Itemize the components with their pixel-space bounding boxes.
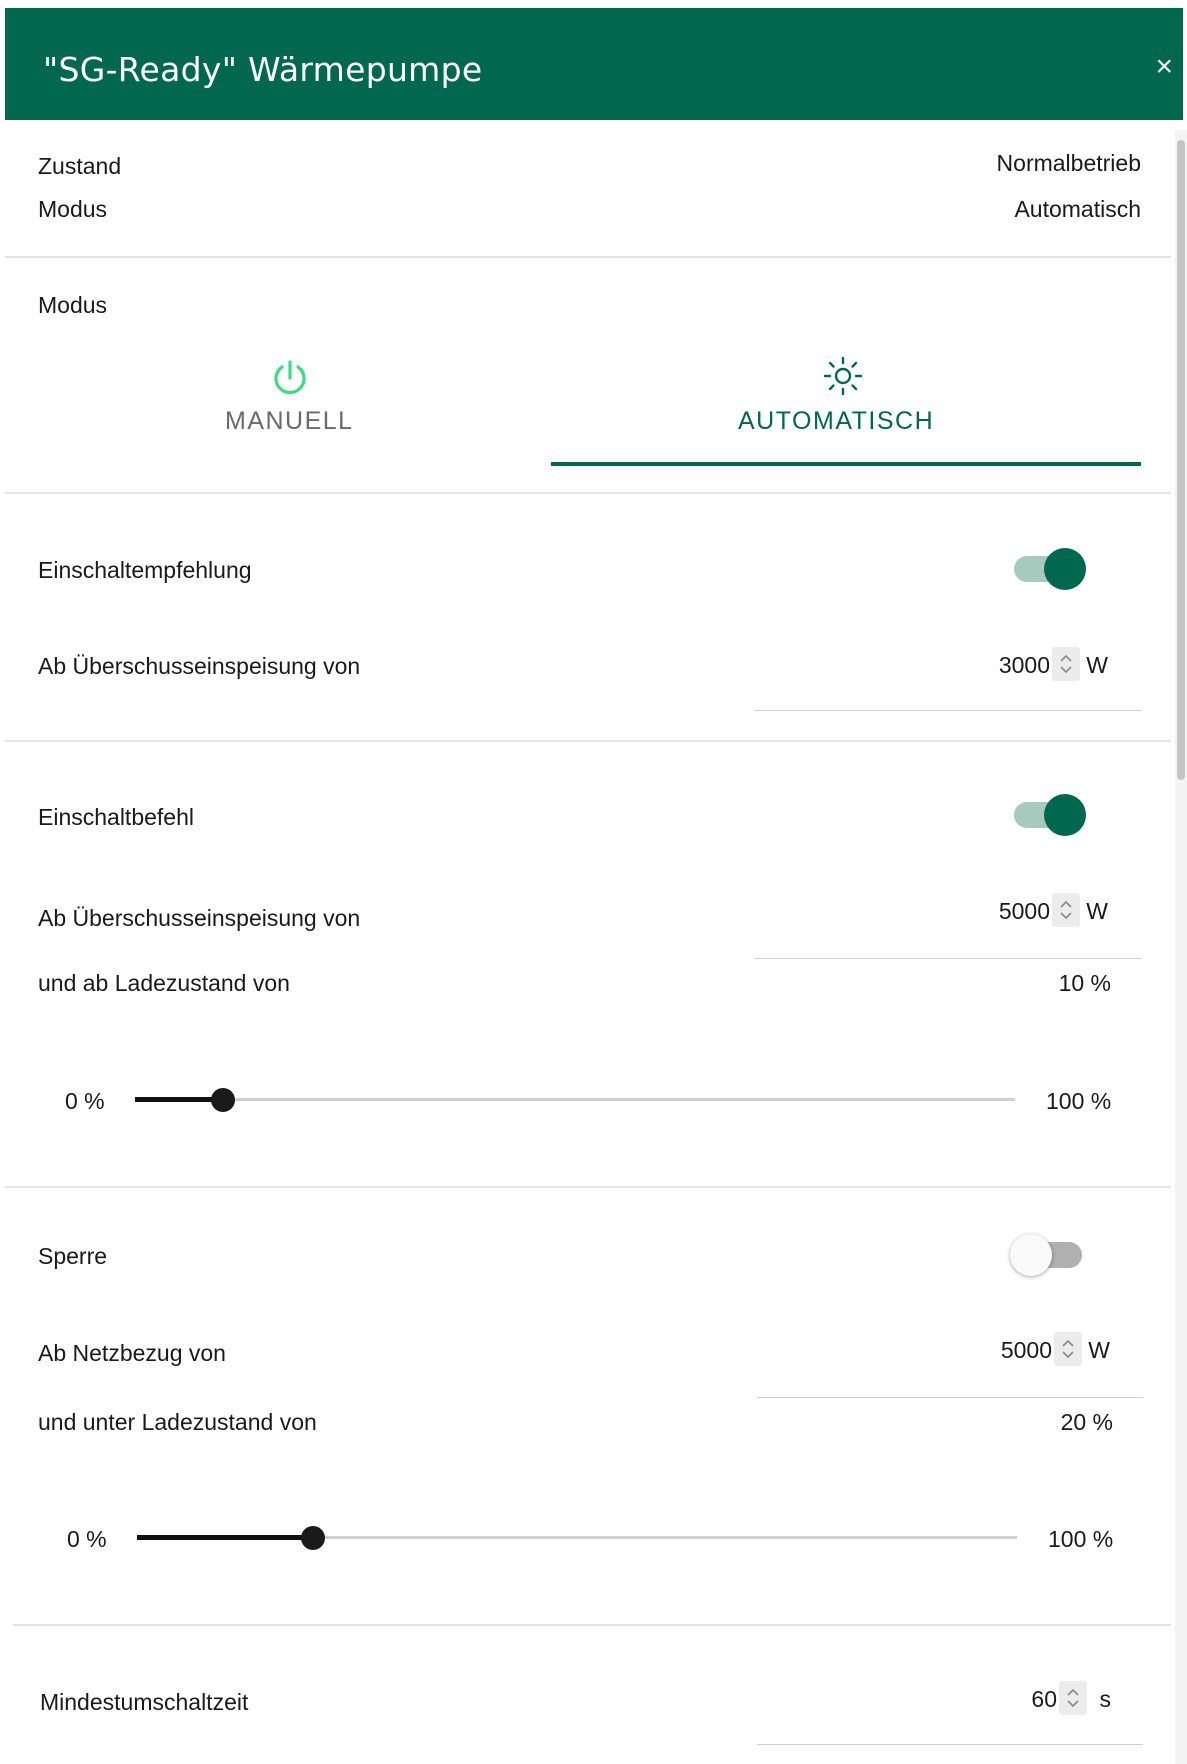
sperre-soc-slider[interactable]	[137, 1523, 1017, 1553]
einschaltempfehlung-threshold-unit: W	[1086, 652, 1108, 678]
slider-rail	[135, 1098, 1015, 1101]
mindestumschaltzeit-input[interactable]: 60 s	[900, 1679, 1115, 1719]
scrollbar-thumb[interactable]	[1177, 140, 1185, 780]
einschaltbefehl-threshold-input[interactable]: 5000 W	[760, 891, 1112, 931]
dialog-header: "SG-Ready" Wärmepumpe ×	[5, 8, 1183, 120]
einschaltbefehl-threshold-unit: W	[1086, 898, 1108, 924]
tab-automatisch-label: AUTOMATISCH	[738, 407, 935, 435]
divider	[5, 740, 1171, 742]
slider-thumb[interactable]	[211, 1088, 235, 1112]
slider-thumb[interactable]	[301, 1526, 325, 1550]
modus-value: Automatisch	[1014, 196, 1141, 222]
power-icon	[274, 360, 306, 395]
sperre-toggle[interactable]	[1010, 1232, 1090, 1278]
spinner-icon[interactable]	[1052, 893, 1080, 927]
sperre-threshold-value: 5000	[1000, 1337, 1052, 1363]
slider-min-label: 0 %	[67, 1526, 107, 1552]
sperre-threshold-input[interactable]: 5000 W	[762, 1330, 1114, 1370]
tab-automatisch[interactable]: AUTOMATISCH	[551, 340, 1141, 467]
spinner-icon[interactable]	[1052, 647, 1080, 681]
einschaltempfehlung-threshold-label: Ab Überschusseinspeisung von	[38, 653, 361, 679]
mindestumschaltzeit-unit: s	[1099, 1686, 1112, 1712]
einschaltempfehlung-label: Einschaltempfehlung	[38, 557, 252, 583]
zustand-label: Zustand	[38, 153, 122, 179]
spinner-icon[interactable]	[1059, 1681, 1087, 1715]
sperre-threshold-label: Ab Netzbezug von	[38, 1340, 226, 1366]
active-tab-indicator	[551, 462, 1141, 466]
mindestumschaltzeit-label: Mindestumschaltzeit	[40, 1689, 249, 1715]
tab-manuell-label: MANUELL	[225, 407, 354, 435]
einschaltbefehl-soc-label: und ab Ladezustand von	[38, 970, 290, 996]
zustand-value: Normalbetrieb	[996, 150, 1141, 176]
einschaltbefehl-soc-value: 10 %	[1058, 970, 1111, 996]
spinner-icon[interactable]	[1054, 1332, 1082, 1366]
sperre-soc-value: 20 %	[1060, 1409, 1113, 1435]
sun-icon	[823, 356, 863, 396]
einschaltbefehl-label: Einschaltbefehl	[38, 804, 194, 830]
divider	[5, 1186, 1171, 1188]
mode-selector-label: Modus	[38, 292, 108, 318]
einschaltbefehl-toggle[interactable]	[1006, 792, 1086, 838]
toggle-knob	[1044, 548, 1086, 590]
modus-label: Modus	[38, 196, 108, 222]
slider-max-label: 100 %	[1046, 1088, 1112, 1114]
tab-manuell[interactable]: MANUELL	[5, 340, 550, 465]
einschaltempfehlung-toggle[interactable]	[1006, 546, 1086, 592]
slider-fill	[135, 1097, 223, 1102]
toggle-knob	[1010, 1234, 1052, 1276]
sperre-threshold-unit: W	[1088, 1337, 1110, 1363]
einschaltbefehl-threshold-label: Ab Überschusseinspeisung von	[38, 905, 361, 931]
divider	[5, 256, 1171, 258]
input-underline	[755, 958, 1141, 959]
mindestumschaltzeit-value: 60	[1031, 1686, 1057, 1712]
einschaltempfehlung-threshold-input[interactable]: 3000 W	[760, 645, 1112, 685]
input-underline	[757, 1744, 1143, 1745]
sperre-soc-label: und unter Ladezustand von	[38, 1409, 317, 1435]
toggle-knob	[1044, 794, 1086, 836]
sperre-label: Sperre	[38, 1243, 108, 1269]
input-underline	[757, 1397, 1143, 1398]
close-icon[interactable]: ×	[1155, 52, 1173, 82]
slider-max-label: 100 %	[1048, 1526, 1114, 1552]
einschaltempfehlung-threshold-value: 3000	[998, 652, 1050, 678]
slider-fill	[137, 1535, 313, 1540]
dialog-title: "SG-Ready" Wärmepumpe	[43, 50, 483, 89]
einschaltbefehl-soc-slider[interactable]	[135, 1085, 1015, 1115]
input-underline	[755, 710, 1141, 711]
scrollbar[interactable]	[1175, 130, 1187, 1764]
divider	[5, 492, 1171, 494]
einschaltbefehl-threshold-value: 5000	[998, 898, 1050, 924]
slider-min-label: 0 %	[65, 1088, 105, 1114]
divider	[13, 1624, 1171, 1626]
